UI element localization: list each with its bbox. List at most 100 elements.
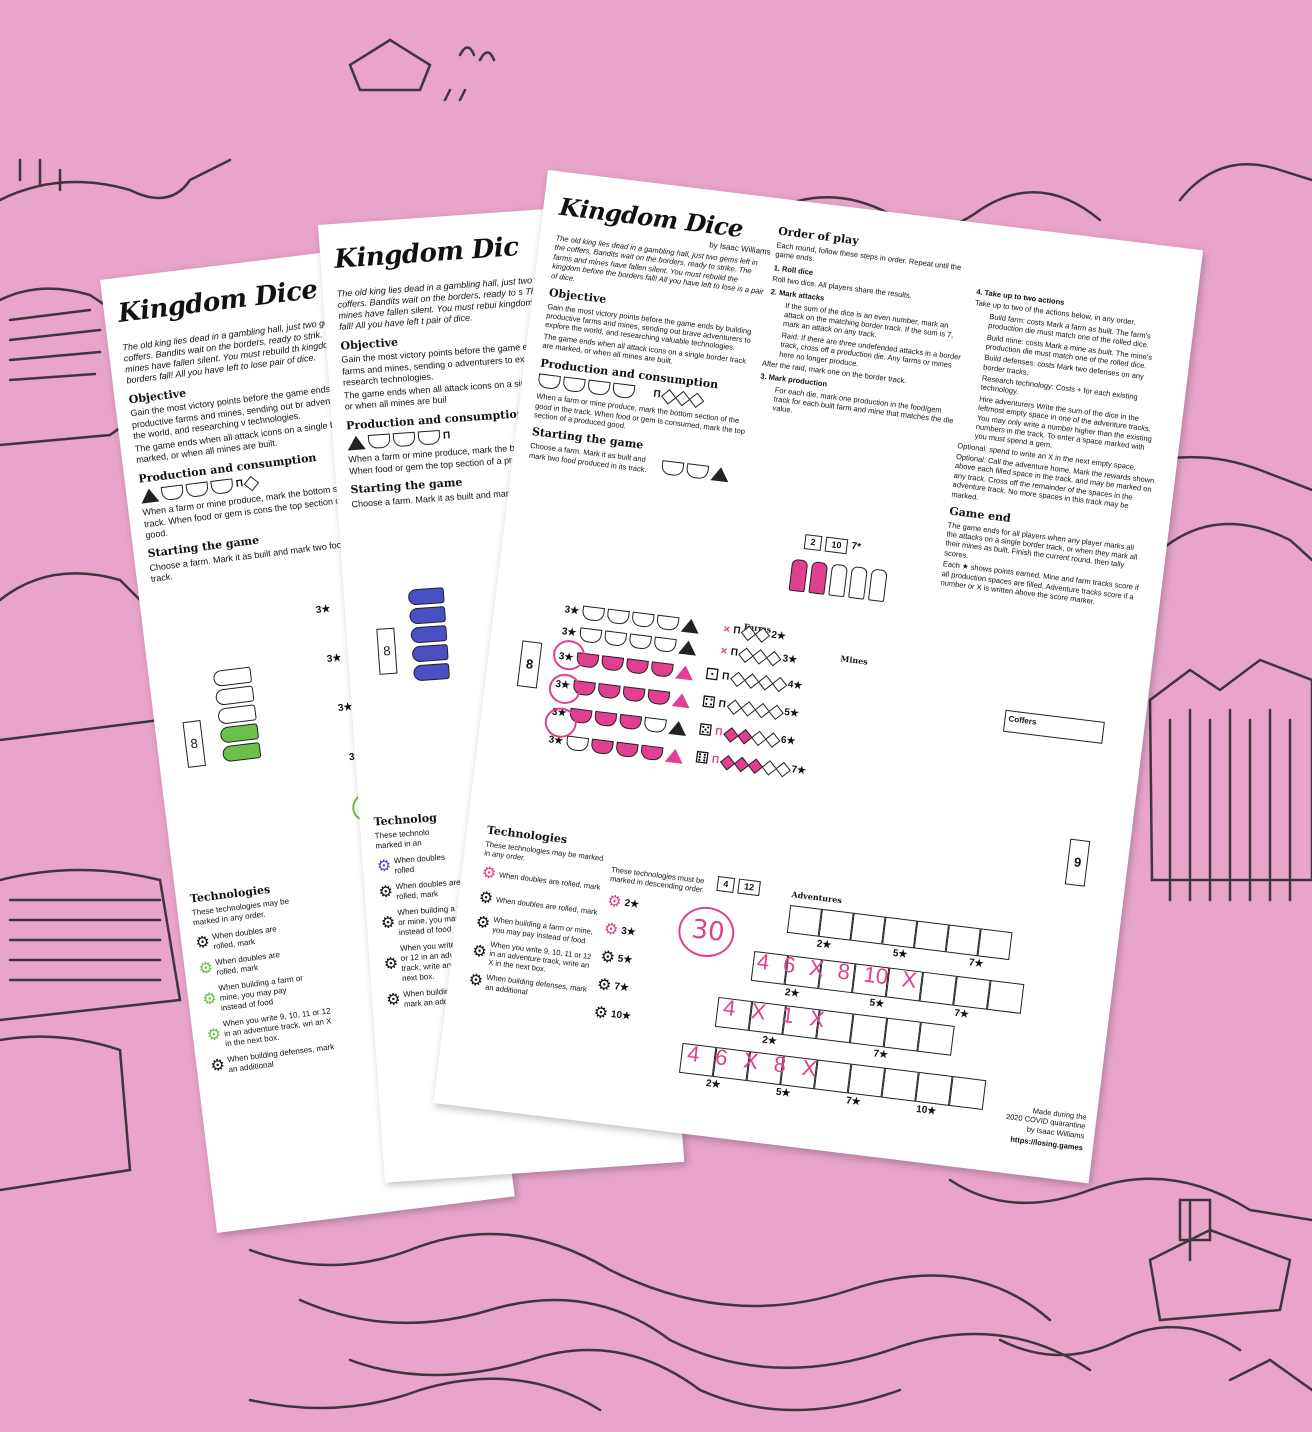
farm-icon bbox=[667, 719, 688, 736]
adventures-label: Adventures bbox=[790, 889, 843, 906]
gear-icon: ⚙ bbox=[596, 975, 613, 995]
farm-icon bbox=[671, 692, 691, 709]
food-icon bbox=[685, 462, 710, 480]
food-icon bbox=[185, 481, 210, 499]
food-cell bbox=[605, 608, 630, 626]
adventure-cell bbox=[883, 1017, 921, 1052]
food-cell-marked bbox=[614, 741, 639, 759]
food-cell-marked bbox=[646, 689, 670, 706]
farm-score: 3★ bbox=[563, 604, 580, 617]
adventure-score: 2★ bbox=[705, 1078, 721, 1091]
tech-item-text: When doubles rolled bbox=[393, 852, 446, 875]
mine-score: 7★ bbox=[790, 763, 807, 777]
coffers-box: Coffers bbox=[1002, 709, 1105, 744]
mine-icon: Π bbox=[714, 726, 724, 739]
food-icon bbox=[537, 373, 561, 391]
score-cell: 7* bbox=[850, 541, 862, 554]
tech-level: ⚙ 10★ bbox=[592, 1003, 694, 1035]
food-icon bbox=[367, 433, 391, 450]
gem-icon bbox=[243, 475, 260, 492]
handwritten-entry: 10 bbox=[862, 961, 890, 990]
gear-icon: ⚙ bbox=[599, 948, 616, 967]
handwritten-entry: 6 bbox=[781, 951, 797, 978]
tech-level: ⚙ 5★ bbox=[599, 947, 701, 979]
food-icon bbox=[210, 478, 234, 496]
defender-icon-marked bbox=[221, 742, 262, 763]
food-cell-marked bbox=[649, 661, 674, 678]
handwritten-entry: 1 bbox=[780, 1001, 796, 1029]
food-icon bbox=[611, 382, 636, 400]
handwritten-entry: 4 bbox=[721, 994, 737, 1022]
mine-score: 6★ bbox=[780, 734, 797, 748]
gem-cell-marked bbox=[733, 756, 749, 772]
counter-number: 9 bbox=[1073, 854, 1083, 871]
gear-icon: ⚙ bbox=[592, 1003, 609, 1023]
gear-icon: ⚙ bbox=[380, 913, 396, 932]
score-cell: 12 bbox=[737, 878, 761, 897]
handwritten-entry: X bbox=[807, 954, 826, 982]
border-counter-box: 8 bbox=[376, 627, 398, 675]
handwritten-entry: 6 bbox=[713, 1044, 730, 1071]
gem-cell-marked bbox=[723, 726, 739, 743]
attack-track-top bbox=[788, 558, 888, 603]
farm-icon bbox=[346, 435, 366, 451]
defender-icon-marked bbox=[408, 605, 446, 625]
rules-sheet-front: Kingdom Dice by Isaac Williams The old k… bbox=[433, 170, 1204, 1184]
gem-icon bbox=[689, 392, 705, 408]
tech-score: 3★ bbox=[620, 925, 637, 938]
adventure-cell bbox=[813, 1059, 852, 1094]
mine-icon: Π bbox=[721, 670, 730, 683]
adventure-score: 2★ bbox=[816, 938, 832, 952]
gem-cell bbox=[768, 704, 784, 720]
front-order-column: Order of play Each round, follow these s… bbox=[756, 219, 978, 438]
food-cell bbox=[603, 630, 627, 647]
gear-icon: ⚙ bbox=[383, 954, 399, 973]
handwritten-entry: 8 bbox=[772, 1051, 788, 1078]
food-cell-marked bbox=[600, 655, 624, 672]
adventure-score: 7★ bbox=[953, 1007, 970, 1021]
gear-icon: ⚙ bbox=[385, 990, 402, 1009]
adventure-cell bbox=[917, 1021, 955, 1056]
gem-cell bbox=[743, 672, 760, 689]
gem-cell bbox=[766, 650, 782, 666]
adventure-cell bbox=[881, 1067, 919, 1102]
mine-icon: Π bbox=[711, 754, 720, 766]
handwritten-entry: X bbox=[749, 998, 768, 1025]
score-cell: 10 bbox=[824, 536, 849, 555]
border-counter-box: 8 bbox=[182, 720, 207, 769]
gear-icon: ⚙ bbox=[205, 1025, 223, 1045]
top-score-box: 2 10 7* bbox=[803, 534, 862, 556]
gem-cell bbox=[726, 698, 742, 715]
food-cell-marked bbox=[624, 658, 649, 675]
gear-icon: ⚙ bbox=[467, 971, 485, 990]
food-cell-marked bbox=[593, 710, 617, 728]
gear-icon: ⚙ bbox=[197, 959, 215, 979]
handwritten-entry: 8 bbox=[836, 958, 852, 985]
defender-icon-marked bbox=[219, 723, 260, 744]
gear-icon: ⚙ bbox=[477, 888, 495, 908]
tech-score: 7★ bbox=[613, 980, 630, 994]
adventure-cell bbox=[977, 928, 1013, 961]
front-actions-column: 4. Take up to two actions Take up to two… bbox=[940, 283, 1176, 613]
defender-column bbox=[212, 664, 262, 766]
gear-icon: ⚙ bbox=[480, 863, 498, 883]
adventure-cell bbox=[953, 975, 991, 1010]
gem-cell bbox=[729, 671, 746, 687]
food-cell bbox=[565, 735, 589, 753]
technologies-intro-desc: These technologies must be marked in des… bbox=[609, 864, 705, 895]
mine-score: 4★ bbox=[787, 678, 803, 692]
tech-item-text: When doubles are rolled, mark bbox=[498, 870, 602, 892]
tech-score: 5★ bbox=[617, 952, 633, 966]
tech-item-text: When doubles are rolled, mark bbox=[214, 950, 281, 977]
counter-number: 8 bbox=[382, 642, 391, 659]
handwritten-entry: X bbox=[741, 1047, 760, 1075]
crossed-die-icon: ✕ bbox=[722, 624, 731, 635]
gear-icon: ⚙ bbox=[194, 933, 211, 953]
mine-score: 5★ bbox=[783, 706, 800, 720]
defender-icon bbox=[217, 704, 257, 726]
tech-item-text: When doubles are rolled, mark bbox=[395, 877, 461, 901]
adventure-score: 5★ bbox=[892, 947, 908, 961]
footer: Made during the 2020 COVID quarantine by… bbox=[973, 1099, 1087, 1153]
adventure-cell bbox=[945, 924, 981, 957]
adventure-score: 5★ bbox=[868, 997, 885, 1011]
